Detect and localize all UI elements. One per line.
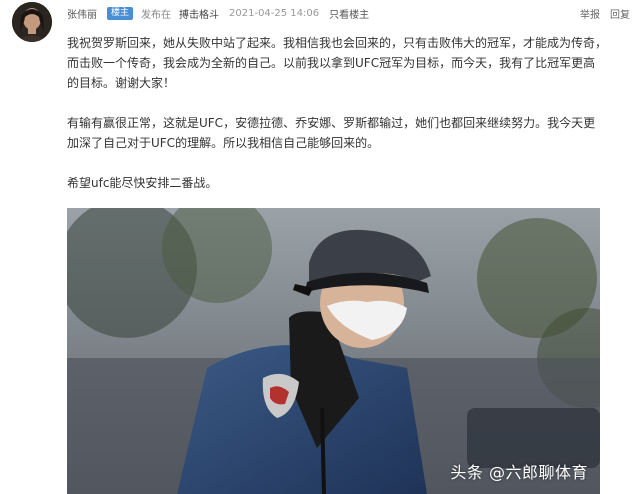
op-badge: 楼主 [107, 6, 134, 20]
post-timestamp: 2021-04-25 14:06 [229, 7, 320, 19]
post-paragraph-2: 有输有赢很正常，这就是UFC，安德拉德、乔安娜、罗斯都输过，她们也都回来继续努力… [67, 116, 596, 150]
post-meta: 张伟丽 楼主 发布在 搏击格斗 2021-04-25 14:06 只看楼主 [67, 6, 369, 21]
post-actions: 举报 回复 [580, 6, 630, 21]
report-button[interactable]: 举报 [580, 6, 600, 21]
section-link[interactable]: 搏击格斗 [179, 6, 219, 21]
posted-in-label: 发布在 [141, 9, 172, 21]
reply-button[interactable]: 回复 [610, 6, 630, 21]
post-photo[interactable]: 头条 @六郎聊体育 [67, 208, 600, 494]
photo-watermark: 头条 @六郎聊体育 [450, 463, 588, 482]
avatar-image [12, 2, 52, 42]
post-header: 张伟丽 楼主 发布在 搏击格斗 2021-04-25 14:06 只看楼主 举报… [0, 0, 641, 42]
avatar[interactable] [12, 2, 52, 42]
post-paragraph-3: 希望ufc能尽快安排二番战。 [67, 176, 218, 190]
photo-illustration [67, 208, 600, 494]
author-name[interactable]: 张伟丽 [67, 6, 97, 21]
post-paragraph-1: 我祝贺罗斯回来，她从失败中站了起来。我相信我也会回来的，只有击败伟大的冠军，才能… [67, 36, 608, 90]
post-body: 我祝贺罗斯回来，她从失败中站了起来。我相信我也会回来的，只有击败伟大的冠军，才能… [67, 33, 607, 213]
only-op-link[interactable]: 只看楼主 [329, 6, 369, 21]
